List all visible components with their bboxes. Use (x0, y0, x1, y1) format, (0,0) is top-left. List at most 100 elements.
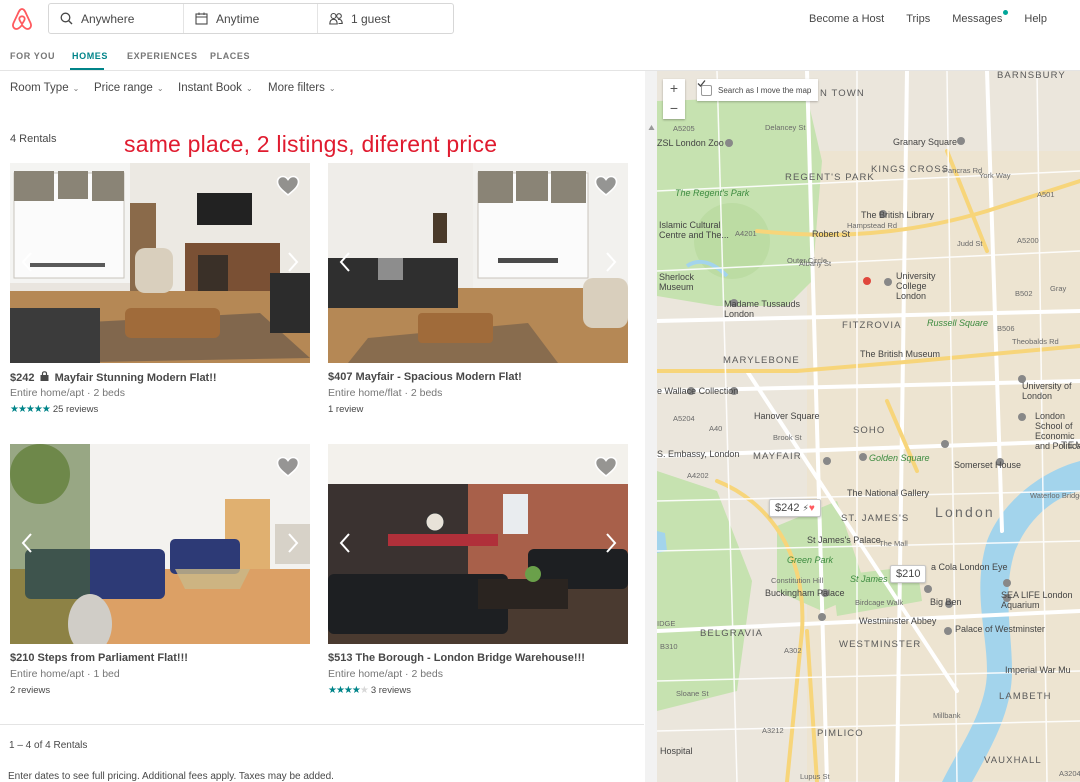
airbnb-logo-icon[interactable] (11, 7, 33, 31)
more-filters-button[interactable]: More filters ⌄ (268, 82, 336, 94)
map-label: A4201 (735, 229, 757, 238)
map-label: Delancey St (765, 123, 806, 132)
previous-photo-icon[interactable] (338, 251, 352, 273)
map-label: LAMBETH (999, 691, 1052, 702)
messages-link[interactable]: Messages (952, 9, 1009, 25)
heart-icon[interactable] (276, 175, 300, 197)
scrollbar-track[interactable] (645, 71, 657, 782)
map-label: Constitution Hill (771, 576, 824, 585)
next-photo-icon[interactable] (604, 251, 618, 273)
map-label: A3212 (762, 726, 784, 735)
map-label: The British Museum (860, 349, 941, 359)
map-label: The British Library (861, 210, 935, 220)
map-label: Golden Square (869, 453, 930, 463)
map-label: Buckingham Palace (765, 588, 845, 598)
tab-experiences[interactable]: EXPERIENCES (127, 51, 198, 61)
search-as-move-toggle[interactable]: Search as I move the map (697, 79, 818, 101)
listing-photo[interactable] (10, 444, 310, 644)
map-label: University College London (896, 271, 936, 301)
room-type-filter[interactable]: Room Type ⌄ (10, 82, 79, 94)
listing-title[interactable]: $242 Mayfair Stunning Modern Flat!! (10, 371, 217, 384)
map-label: SEA LIFE London Aquarium (1001, 590, 1073, 610)
calendar-icon (195, 12, 208, 25)
price-range-filter[interactable]: Price range ⌄ (94, 82, 164, 94)
pricing-disclaimer: Enter dates to see full pricing. Additio… (8, 771, 334, 782)
checkbox[interactable] (697, 80, 712, 96)
map-label: KINGS CROSS (871, 164, 950, 175)
listing-photo[interactable] (328, 163, 628, 363)
map-label: Imperial War Mu (1005, 665, 1071, 675)
next-photo-icon[interactable] (604, 532, 618, 554)
map[interactable]: BARNSBURY N TOWN ZSL London Zoo Granary … (657, 71, 1080, 782)
listing-type: Entire home/apt · 2 beds (328, 668, 443, 680)
listing-photo[interactable] (328, 444, 628, 644)
review-count: 3 reviews (370, 685, 411, 696)
map-label: Judd St (957, 239, 983, 248)
listing-title[interactable]: $210 Steps from Parliament Flat!!! (10, 652, 188, 664)
tab-for-you[interactable]: FOR YOU (10, 51, 55, 61)
where-field[interactable]: Anywhere (49, 4, 184, 33)
annotation-text: same place, 2 listings, diferent price (124, 131, 498, 157)
map-label: MAYFAIR (753, 451, 802, 462)
next-photo-icon[interactable] (286, 251, 300, 273)
listing-type: Entire home/apt · 2 beds (10, 387, 125, 399)
map-label: BELGRAVIA (700, 628, 764, 639)
guests-field[interactable]: 1 guest (318, 4, 453, 33)
listing-name: Mayfair - Spacious Modern Flat! (355, 371, 522, 383)
map-label: Madame Tussauds London (724, 299, 801, 319)
star-rating: ★★★★★ (328, 685, 369, 696)
tab-homes[interactable]: HOMES (72, 51, 108, 61)
heart-icon[interactable] (276, 456, 300, 478)
listing-card[interactable]: $513 The Borough - London Bridge Warehou… (328, 444, 628, 704)
scroll-up-arrow-icon[interactable] (648, 121, 655, 135)
instant-book-icon (40, 371, 49, 381)
previous-photo-icon[interactable] (20, 251, 34, 273)
guests-icon (329, 12, 343, 25)
checkmark-icon (697, 80, 706, 87)
map-label: Green Park (787, 555, 834, 565)
room-type-label: Room Type (10, 82, 69, 94)
map-label: A4202 (687, 471, 709, 480)
map-label: A3204 (1059, 769, 1080, 778)
listing-title[interactable]: $513 The Borough - London Bridge Warehou… (328, 652, 585, 664)
chevron-down-icon: ⌄ (156, 84, 164, 93)
map-label: A5205 (673, 124, 695, 133)
when-value: Anytime (216, 11, 260, 26)
zoom-out-button[interactable]: − (663, 99, 685, 119)
when-field[interactable]: Anytime (184, 4, 318, 33)
map-label: A501 (1037, 190, 1055, 199)
tab-places[interactable]: PLACES (210, 51, 250, 61)
become-host-link[interactable]: Become a Host (809, 13, 884, 25)
search-bar: Anywhere Anytime 1 guest (48, 3, 454, 34)
more-filters-label: More filters (268, 82, 325, 94)
star-rating: ★★★★★ (10, 404, 51, 415)
map-label: B506 (997, 324, 1015, 333)
heart-icon[interactable] (594, 175, 618, 197)
pagination-summary: 1 – 4 of 4 Rentals (9, 740, 88, 751)
map-label: SOHO (853, 425, 886, 436)
listing-card[interactable]: $210 Steps from Parliament Flat!!! Entir… (10, 444, 310, 704)
map-label: Robert St (812, 229, 851, 239)
search-icon (60, 12, 73, 25)
map-price-pin[interactable]: $242 ⚡♥ (769, 499, 821, 517)
heart-icon[interactable] (594, 456, 618, 478)
previous-photo-icon[interactable] (338, 532, 352, 554)
listing-card[interactable]: $407 Mayfair - Spacious Modern Flat! Ent… (328, 163, 628, 423)
map-label: a Cola London Eye (931, 562, 1008, 572)
active-tab-indicator (70, 68, 104, 70)
trips-link[interactable]: Trips (906, 13, 930, 25)
next-photo-icon[interactable] (286, 532, 300, 554)
map-label: IDGE (657, 619, 676, 628)
map-label: REGENT'S PARK (785, 172, 875, 183)
listing-card[interactable]: $242 Mayfair Stunning Modern Flat!! Enti… (10, 163, 310, 423)
listing-title[interactable]: $407 Mayfair - Spacious Modern Flat! (328, 371, 522, 383)
map-label: A5204 (673, 414, 695, 423)
previous-photo-icon[interactable] (20, 532, 34, 554)
zoom-in-button[interactable]: + (663, 79, 685, 99)
map-label: Birdcage Walk (855, 598, 904, 607)
listing-name: Steps from Parliament Flat!!! (37, 652, 188, 664)
instant-book-filter[interactable]: Instant Book ⌄ (178, 82, 253, 94)
map-price-pin[interactable]: $210 (890, 565, 927, 583)
help-link[interactable]: Help (1024, 13, 1047, 25)
listing-photo[interactable] (10, 163, 310, 363)
